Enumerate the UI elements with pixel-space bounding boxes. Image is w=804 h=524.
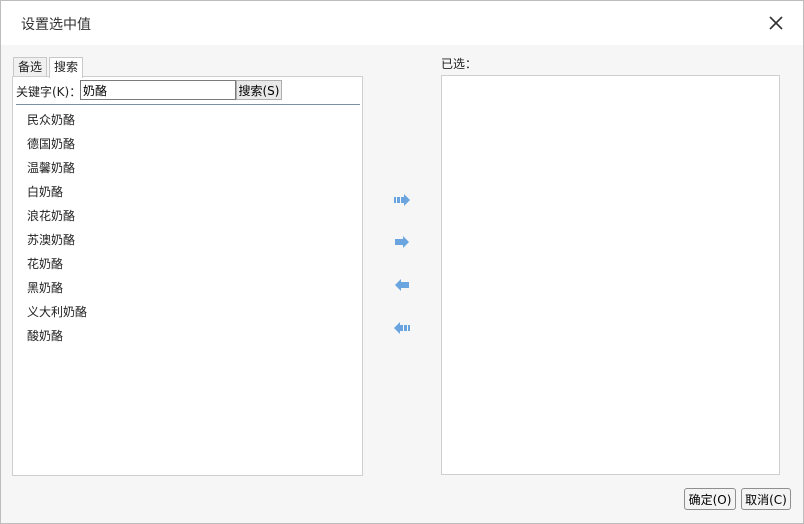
result-item[interactable]: 义大利奶酪 [13,300,362,324]
result-item[interactable]: 花奶酪 [13,252,362,276]
set-selected-value-dialog: 设置选中值 备选 搜索 关键字(K)： 搜索(S) 民众奶酪 德国奶酪 温馨奶酪… [0,0,804,524]
result-item[interactable]: 德国奶酪 [13,132,362,156]
result-item[interactable]: 温馨奶酪 [13,156,362,180]
search-panel: 关键字(K)： 搜索(S) 民众奶酪 德国奶酪 温馨奶酪 白奶酪 浪花奶酪 苏澳… [12,76,363,476]
result-item[interactable]: 民众奶酪 [13,108,362,132]
result-item[interactable]: 黑奶酪 [13,276,362,300]
tab-candidates[interactable]: 备选 [13,57,48,77]
search-results-list: 民众奶酪 德国奶酪 温馨奶酪 白奶酪 浪花奶酪 苏澳奶酪 花奶酪 黑奶酪 义大利… [13,108,362,348]
result-item[interactable]: 苏澳奶酪 [13,228,362,252]
result-item[interactable]: 浪花奶酪 [13,204,362,228]
add-icon[interactable] [392,235,412,249]
remove-all-icon[interactable] [392,321,412,335]
keyword-input[interactable] [80,80,236,100]
tab-search[interactable]: 搜索 [49,57,84,78]
selected-label: 已选： [441,57,478,71]
close-icon[interactable] [766,13,786,33]
remove-icon[interactable] [392,278,412,292]
result-item[interactable]: 白奶酪 [13,180,362,204]
title-bar: 设置选中值 [1,1,803,45]
result-item[interactable]: 酸奶酪 [13,324,362,348]
keyword-label: 关键字(K)： [16,85,82,99]
divider [16,104,360,105]
cancel-button[interactable]: 取消(C) [741,488,791,510]
add-all-icon[interactable] [392,193,412,207]
dialog-title: 设置选中值 [21,17,91,33]
selected-list[interactable] [441,75,780,475]
search-button[interactable]: 搜索(S) [236,80,282,100]
ok-button[interactable]: 确定(O) [684,488,736,510]
